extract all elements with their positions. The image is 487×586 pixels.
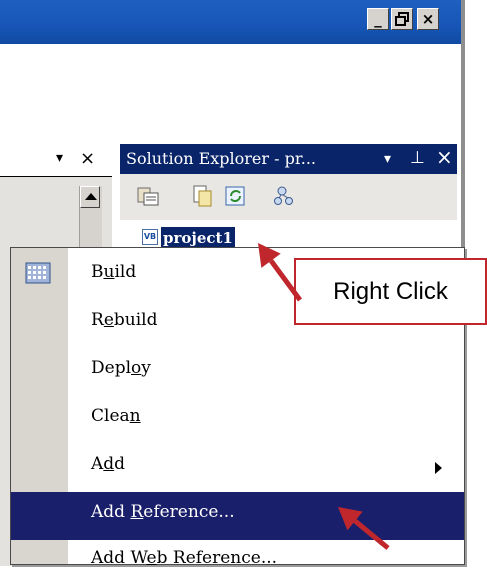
arrow-to-project-head: [258, 243, 281, 268]
annotation-arrows: [258, 243, 390, 550]
arrow-to-add-reference-shaft: [353, 519, 390, 550]
arrow-to-project-shaft: [269, 259, 303, 302]
